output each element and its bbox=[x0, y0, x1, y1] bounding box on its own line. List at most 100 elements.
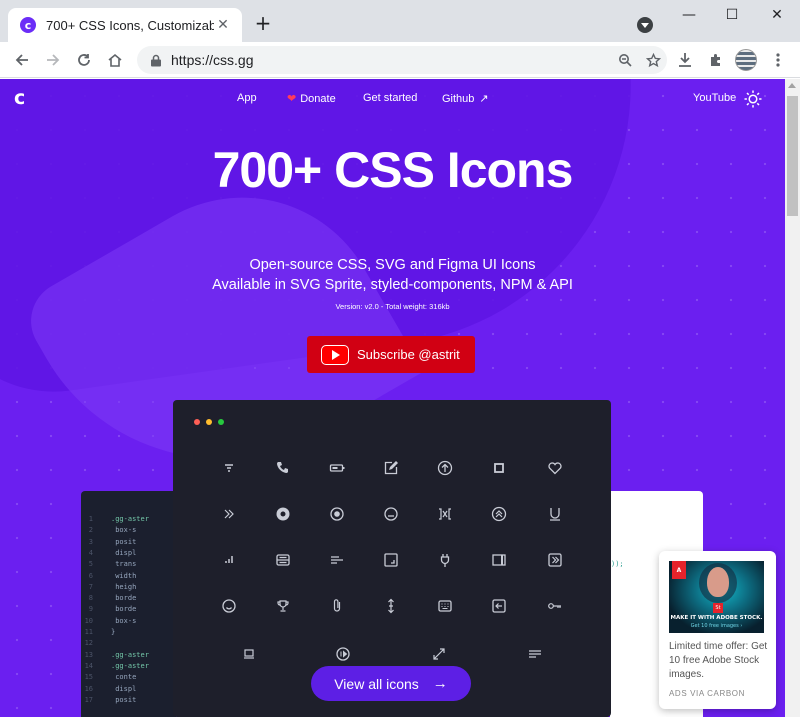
theme-toggle-sun-icon[interactable] bbox=[744, 90, 762, 108]
code-line: 15 conte bbox=[81, 673, 137, 684]
chevron-double-up-circle-icon[interactable] bbox=[490, 505, 508, 523]
arrows-v-icon[interactable] bbox=[382, 597, 400, 615]
line-number: 6 bbox=[88, 571, 93, 580]
code-line: 16 displ bbox=[81, 684, 137, 696]
address-bar[interactable]: https://css.gg bbox=[137, 46, 667, 74]
code-text: box-s bbox=[111, 616, 137, 625]
battery-icon[interactable] bbox=[328, 459, 346, 477]
url-text[interactable]: https://css.gg bbox=[171, 52, 611, 68]
signal-icon[interactable] bbox=[220, 551, 238, 569]
smile-none-icon[interactable] bbox=[382, 505, 400, 523]
trophy-icon[interactable] bbox=[274, 597, 292, 615]
scrollbar-thumb[interactable] bbox=[787, 96, 798, 216]
new-tab-button[interactable]: + bbox=[253, 13, 273, 33]
code-line: 14 .gg-aster bbox=[81, 662, 149, 673]
carbon-ad[interactable]: A St MAKE IT WITH ADOBE STOCK. Get 10 fr… bbox=[659, 551, 776, 709]
code-text: displ bbox=[111, 548, 137, 557]
arrow-up-circle-icon[interactable] bbox=[436, 459, 454, 477]
server-icon[interactable] bbox=[274, 551, 292, 569]
back-icon[interactable] bbox=[10, 48, 34, 72]
extensions-icon[interactable] bbox=[704, 48, 728, 72]
ad-image[interactable]: A St MAKE IT WITH ADOBE STOCK. Get 10 fr… bbox=[669, 561, 764, 633]
code-line: 13 .gg-aster bbox=[81, 651, 149, 662]
line-number: 14 bbox=[84, 661, 93, 670]
code-line: 17 posit bbox=[81, 696, 137, 707]
lock-icon[interactable] bbox=[149, 53, 163, 67]
line-number: 3 bbox=[88, 537, 93, 546]
chrome-icon[interactable] bbox=[274, 505, 292, 523]
smile-icon[interactable] bbox=[220, 597, 238, 615]
forward-icon[interactable] bbox=[41, 48, 65, 72]
stop-icon[interactable] bbox=[490, 459, 508, 477]
align-left-icon[interactable] bbox=[328, 551, 346, 569]
download-icon[interactable] bbox=[673, 48, 697, 72]
page: c App ❤ Donate Get started Github ↗ YouT… bbox=[0, 79, 785, 717]
scrollbar[interactable] bbox=[785, 79, 800, 717]
code-text: trans bbox=[111, 560, 137, 569]
phone-icon[interactable] bbox=[274, 459, 292, 477]
tab-close-icon[interactable]: ✕ bbox=[214, 16, 232, 34]
nav-get-started[interactable]: Get started bbox=[363, 92, 417, 104]
close-window-button[interactable]: ✕ bbox=[763, 4, 791, 26]
key-icon[interactable] bbox=[546, 597, 564, 615]
profile-icon[interactable] bbox=[735, 49, 757, 71]
code-line: 9 borde bbox=[81, 605, 137, 616]
nav-app[interactable]: App bbox=[237, 92, 257, 104]
attachment-icon[interactable] bbox=[328, 597, 346, 615]
nav-github[interactable]: Github ↗ bbox=[442, 92, 489, 106]
line-number: 2 bbox=[88, 526, 93, 535]
window-dot-red bbox=[194, 419, 200, 425]
browser-tab[interactable]: c 700+ CSS Icons, Customizable... ✕ bbox=[8, 8, 242, 42]
menu-icon[interactable] bbox=[766, 48, 790, 72]
keyboard-icon[interactable] bbox=[436, 597, 454, 615]
arrow-left-square-icon[interactable] bbox=[490, 597, 508, 615]
home-icon[interactable] bbox=[103, 48, 127, 72]
code-text: .gg-aster bbox=[111, 661, 149, 670]
format-heading-icon[interactable] bbox=[220, 459, 238, 477]
maximize-button[interactable]: ☐ bbox=[718, 4, 746, 26]
tab-title: 700+ CSS Icons, Customizable... bbox=[46, 17, 214, 33]
arrows-expand-icon[interactable] bbox=[430, 645, 448, 663]
css-gg-logo[interactable]: c bbox=[14, 89, 30, 108]
format-text-icon[interactable] bbox=[526, 645, 544, 663]
code-text: borde bbox=[111, 594, 137, 603]
scroll-up-arrow-icon[interactable] bbox=[788, 83, 796, 88]
nav-youtube[interactable]: YouTube bbox=[693, 92, 736, 104]
sidebar-right-icon[interactable] bbox=[490, 551, 508, 569]
play-pause-circle-icon[interactable] bbox=[334, 645, 352, 663]
code-text: posit bbox=[111, 537, 137, 546]
code-text: width bbox=[111, 571, 137, 580]
line-number: 12 bbox=[84, 639, 93, 648]
compress-icon[interactable] bbox=[436, 505, 454, 523]
ad-via-carbon[interactable]: ADS VIA CARBON bbox=[669, 689, 745, 698]
heart-outline-icon[interactable] bbox=[546, 459, 564, 477]
line-number: 8 bbox=[88, 594, 93, 603]
maximize-frame-icon[interactable] bbox=[382, 551, 400, 569]
minimize-button[interactable]: — bbox=[675, 4, 703, 26]
play-forwards-icon[interactable] bbox=[546, 551, 564, 569]
ad-text[interactable]: Limited time offer: Get 10 free Adobe St… bbox=[669, 640, 769, 682]
adobe-logo-icon: A bbox=[672, 561, 686, 579]
heart-icon: ❤ bbox=[287, 93, 297, 105]
code-preview-panel: 1 .gg-aster 2 box-s 3 posit 4 displ 5 trans 6 … bbox=[81, 491, 176, 717]
laptop-icon[interactable] bbox=[240, 645, 258, 663]
code-fragment: )); bbox=[611, 560, 624, 568]
line-number: 9 bbox=[88, 605, 93, 614]
nav-donate[interactable]: ❤ Donate bbox=[287, 92, 336, 106]
subscribe-button[interactable]: Subscribe @astrit bbox=[307, 336, 475, 373]
magnet-icon[interactable] bbox=[546, 505, 564, 523]
browser-toolbar: https://css.gg bbox=[0, 42, 800, 78]
reload-icon[interactable] bbox=[72, 48, 96, 72]
code-text: borde bbox=[111, 605, 137, 614]
radio-checked-icon[interactable] bbox=[328, 505, 346, 523]
star-icon[interactable] bbox=[639, 46, 667, 74]
edit-icon[interactable] bbox=[382, 459, 400, 477]
view-all-icons-button[interactable]: View all icons → bbox=[311, 666, 471, 701]
line-number: 16 bbox=[84, 684, 93, 693]
tab-search-icon[interactable] bbox=[637, 17, 653, 33]
chevron-double-right-icon[interactable] bbox=[220, 505, 238, 523]
nav-github-label: Github bbox=[442, 92, 475, 105]
zoom-icon[interactable] bbox=[611, 46, 639, 74]
line-number: 7 bbox=[88, 582, 93, 591]
plug-icon[interactable] bbox=[436, 551, 454, 569]
